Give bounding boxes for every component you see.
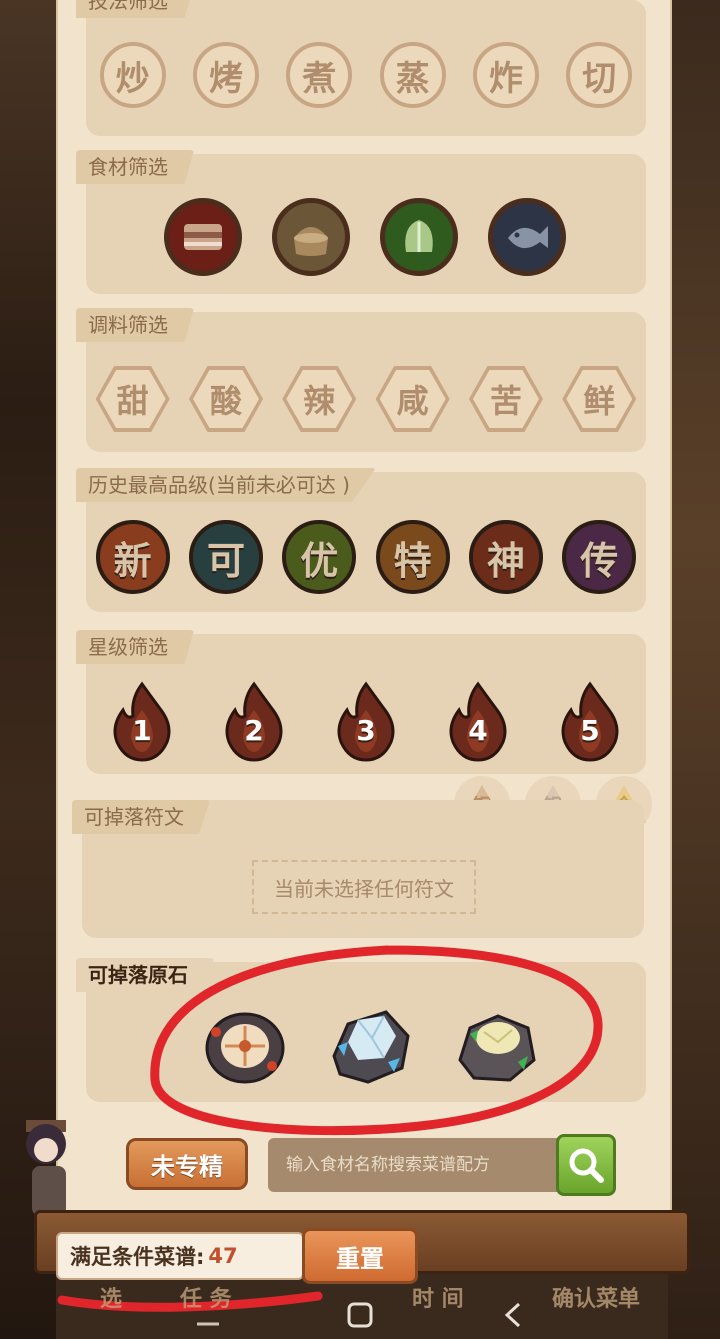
menu-lines-icon bbox=[197, 1322, 219, 1325]
matching-recipe-number: 47 bbox=[208, 1244, 238, 1268]
confirm-menu-button[interactable]: 确认菜单 bbox=[552, 1280, 640, 1320]
home-square-icon bbox=[347, 1302, 373, 1327]
unspecialized-button[interactable]: 未专精 bbox=[126, 1138, 248, 1190]
back-chevron-icon bbox=[504, 1302, 521, 1327]
nav-home-button[interactable] bbox=[330, 1290, 390, 1339]
nav-menu-button[interactable] bbox=[178, 1290, 238, 1339]
nav-back-button[interactable] bbox=[484, 1290, 544, 1339]
search-button[interactable] bbox=[556, 1134, 616, 1196]
matching-recipe-label: 满足条件菜谱: bbox=[70, 1245, 205, 1269]
matching-recipe-count: 满足条件菜谱: 47 bbox=[56, 1232, 304, 1280]
hidden-tab-select[interactable]: 选 bbox=[100, 1280, 122, 1320]
hidden-tab-time[interactable]: 时 间 bbox=[412, 1280, 464, 1320]
search-icon bbox=[569, 1148, 604, 1183]
recipe-search-input[interactable]: 输入食材名称搜索菜谱配方 bbox=[268, 1138, 558, 1192]
reset-button[interactable]: 重置 bbox=[302, 1228, 418, 1284]
